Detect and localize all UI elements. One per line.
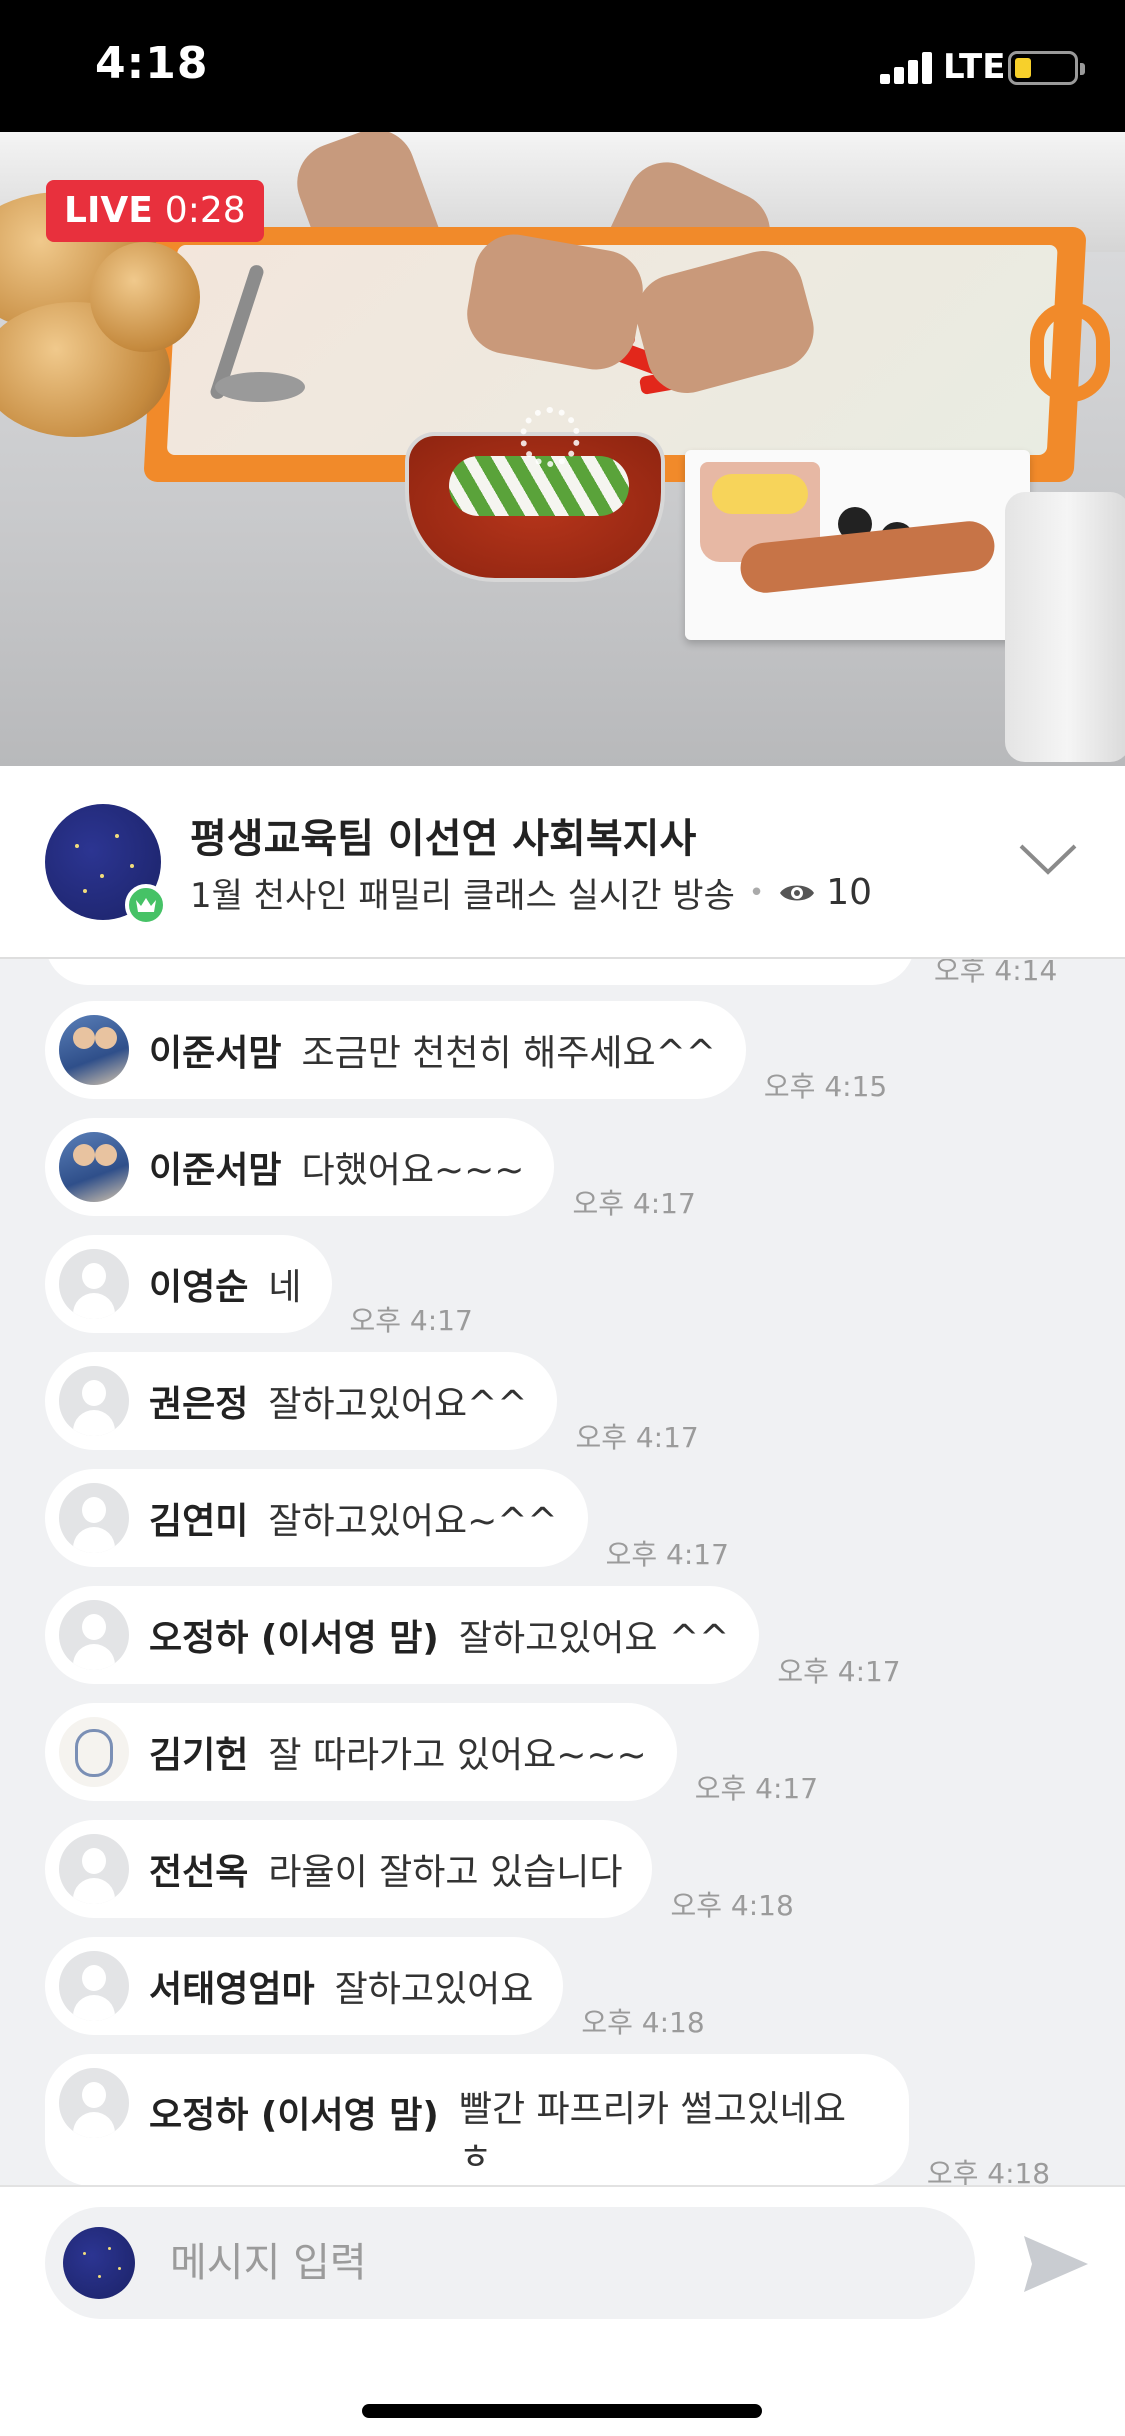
user-name[interactable]: 김연미	[149, 1492, 248, 1544]
separator-dot: •	[748, 877, 765, 908]
message-text: 다했어요~~~	[301, 1150, 525, 1191]
message-text: 잘 따라가고 있어요~~~	[268, 1735, 647, 1776]
message-text: 조금만 천천히 해주세요^^	[301, 1033, 716, 1074]
viewer-count: 10	[826, 872, 873, 913]
chat-message: 김기헌 잘 따라가고 있어요~~~ 오후 4:17	[45, 1703, 818, 1805]
user-avatar[interactable]	[59, 1132, 129, 1202]
host-crown-icon	[125, 884, 167, 926]
user-name[interactable]: 오정하 (이서영 맘)	[149, 1609, 439, 1661]
chat-bubble: 권은정 잘하고있어요^^	[45, 1352, 558, 1450]
battery-icon	[1008, 51, 1085, 85]
message-time: 오후 4:14	[934, 959, 1058, 987]
message-text: 잘하고있어요~^^	[268, 1501, 558, 1542]
user-avatar[interactable]	[59, 1366, 129, 1436]
signal-strength-icon	[880, 52, 934, 84]
loading-spinner-icon	[520, 407, 580, 467]
broadcast-title: 평생교육팀 이선연 사회복지사	[190, 816, 697, 862]
chat-bubble: 이준서맘 조금만 천천히 해주세요^^	[45, 1001, 746, 1099]
broadcast-header[interactable]: 평생교육팀 이선연 사회복지사 1월 천사인 패밀리 클래스 실시간 방송 • …	[0, 766, 1125, 959]
message-input-bar	[0, 2185, 1125, 2436]
user-avatar[interactable]	[59, 1015, 129, 1085]
user-name[interactable]: 서태영엄마	[149, 1960, 315, 2012]
user-avatar[interactable]	[59, 1600, 129, 1670]
network-type: LTE	[943, 47, 1006, 87]
user-name[interactable]: 전선옥	[149, 1843, 248, 1895]
user-avatar[interactable]	[59, 1717, 129, 1787]
user-name[interactable]: 오정하 (이서영 맘)	[149, 2086, 439, 2138]
broadcast-subtitle-row: 1월 천사인 패밀리 클래스 실시간 방송 • 10	[190, 868, 872, 917]
chat-bubble: 이영순 네	[45, 1235, 332, 1333]
message-time: 오후 4:17	[349, 1304, 473, 1337]
user-avatar[interactable]	[59, 2068, 129, 2138]
message-time: 오후 4:17	[605, 1538, 729, 1571]
chevron-down-icon[interactable]	[1018, 842, 1078, 878]
status-time: 4:18	[95, 38, 209, 89]
chat-message: 이준서맘 다했어요~~~ 오후 4:17	[45, 1118, 696, 1220]
message-time: 오후 4:15	[763, 1070, 888, 1103]
chat-bubble: 김기헌 잘 따라가고 있어요~~~	[45, 1703, 677, 1801]
live-elapsed-time: 0:28	[164, 190, 246, 231]
live-badge: LIVE 0:28	[46, 180, 264, 242]
chat-message: 이영순 네 오후 4:17	[45, 1235, 473, 1337]
message-text: 잘하고있어요^^	[268, 1384, 528, 1425]
send-icon[interactable]	[1020, 2232, 1092, 2296]
live-label: LIVE	[64, 190, 153, 231]
my-avatar	[63, 2227, 135, 2299]
user-avatar[interactable]	[59, 1483, 129, 1553]
message-input[interactable]	[170, 2227, 950, 2299]
chat-bubble-partial	[45, 959, 915, 985]
chat-bubble: 전선옥 라율이 잘하고 있습니다	[45, 1820, 653, 1918]
chat-message: 전선옥 라율이 잘하고 있습니다 오후 4:18	[45, 1820, 794, 1922]
chat-bubble: 오정하 (이서영 맘) 빨간 파프리카 썰고있네요 ㅎ	[45, 2054, 909, 2185]
user-name[interactable]: 이영순	[149, 1258, 248, 1310]
broadcast-subtitle: 1월 천사인 패밀리 클래스 실시간 방송	[190, 876, 735, 916]
message-time: 오후 4:17	[575, 1421, 699, 1454]
status-bar: 4:18 LTE	[0, 0, 1125, 132]
user-name[interactable]: 이준서맘	[149, 1141, 281, 1193]
user-name[interactable]: 권은정	[149, 1375, 248, 1427]
message-text: 네	[268, 1267, 302, 1308]
user-avatar[interactable]	[59, 1249, 129, 1319]
chat-message: 김연미 잘하고있어요~^^ 오후 4:17	[45, 1469, 729, 1571]
user-avatar[interactable]	[59, 1951, 129, 2021]
message-text: 빨간 파프리카 썰고있네요 ㅎ	[458, 2089, 847, 2178]
message-time: 오후 4:18	[926, 2157, 1051, 2185]
user-name[interactable]: 이준서맘	[149, 1024, 281, 1076]
chat-message: 오정하 (이서영 맘) 잘하고있어요 ^^ 오후 4:17	[45, 1586, 901, 1688]
chat-message: 오정하 (이서영 맘) 빨간 파프리카 썰고있네요 ㅎ 오후 4:18	[45, 2054, 1050, 2185]
chat-bubble: 오정하 (이서영 맘) 잘하고있어요 ^^	[45, 1586, 760, 1684]
eye-icon	[780, 885, 815, 900]
message-text: 라율이 잘하고 있습니다	[268, 1852, 623, 1893]
user-name[interactable]: 김기헌	[149, 1726, 248, 1778]
message-time: 오후 4:17	[694, 1772, 819, 1805]
chat-list[interactable]: 오후 4:14 이준서맘 조금만 천천히 해주세요^^ 오후 4:15 이준서맘…	[0, 959, 1125, 2185]
chat-bubble: 서태영엄마 잘하고있어요	[45, 1937, 564, 2035]
message-time: 오후 4:18	[581, 2006, 705, 2039]
message-time: 오후 4:17	[572, 1187, 696, 1220]
message-text: 잘하고있어요	[334, 1969, 534, 2010]
message-text: 잘하고있어요 ^^	[458, 1618, 730, 1659]
message-input-container[interactable]	[45, 2207, 975, 2319]
chat-bubble: 이준서맘 다했어요~~~	[45, 1118, 555, 1216]
message-time: 오후 4:17	[777, 1655, 901, 1688]
user-avatar[interactable]	[59, 1834, 129, 1904]
chat-message: 서태영엄마 잘하고있어요 오후 4:18	[45, 1937, 705, 2039]
home-indicator	[362, 2404, 762, 2418]
chat-message: 이준서맘 조금만 천천히 해주세요^^ 오후 4:15	[45, 1001, 887, 1103]
chat-message: 권은정 잘하고있어요^^ 오후 4:17	[45, 1352, 699, 1454]
message-time: 오후 4:18	[670, 1889, 794, 1922]
chat-bubble: 김연미 잘하고있어요~^^	[45, 1469, 588, 1567]
